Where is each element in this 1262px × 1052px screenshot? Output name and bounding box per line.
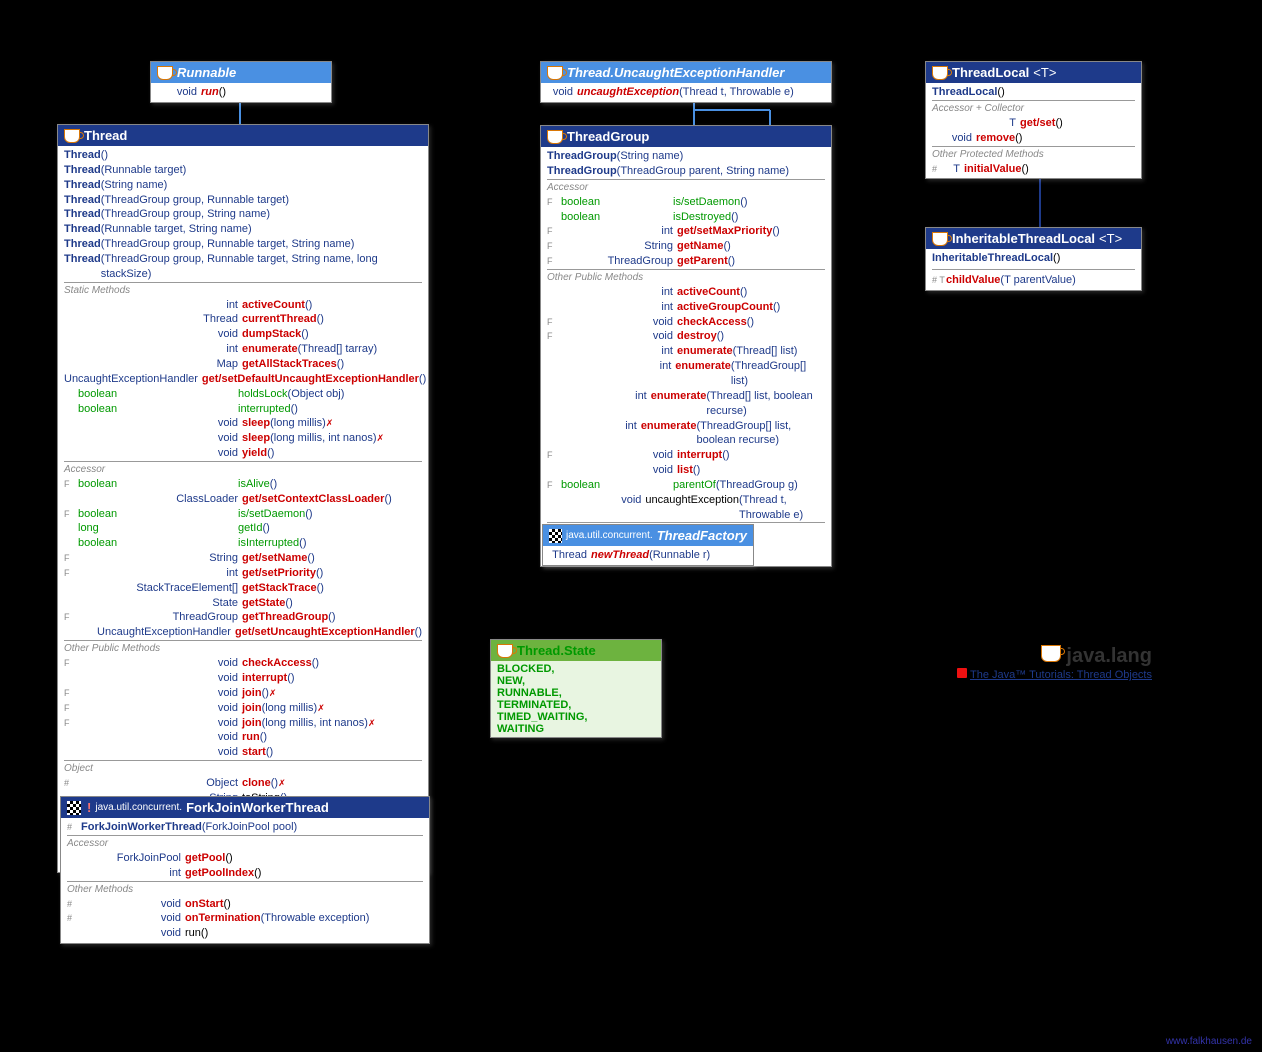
runnable-header: Runnable xyxy=(151,62,331,83)
package-icon xyxy=(1041,645,1061,662)
threadfactory-box: java.util.concurrent.ThreadFactory Threa… xyxy=(542,524,754,566)
tg-title: ThreadGroup xyxy=(567,129,649,144)
tg-header: ThreadGroup xyxy=(541,126,831,147)
fjwt-header: !java.util.concurrent.ForkJoinWorkerThre… xyxy=(61,797,429,818)
tutorial-link[interactable]: The Java™ Tutorials: Thread Objects xyxy=(970,669,1152,681)
thread-header: Thread xyxy=(58,125,428,146)
class-icon xyxy=(932,232,948,246)
state-header: Thread.State xyxy=(491,640,661,661)
fjwt-box: !java.util.concurrent.ForkJoinWorkerThre… xyxy=(60,796,430,944)
bang-icon: ! xyxy=(87,800,91,815)
link-icon xyxy=(957,668,967,678)
tl-header: ThreadLocal<T> xyxy=(926,62,1141,83)
ueh-box: Thread.UncaughtExceptionHandler voidunca… xyxy=(540,61,832,103)
ueh-header: Thread.UncaughtExceptionHandler xyxy=(541,62,831,83)
package-icon xyxy=(549,529,562,543)
thread-title: Thread xyxy=(84,128,127,143)
package-label: java.lang The Java™ Tutorials: Thread Ob… xyxy=(957,645,1152,681)
interface-icon xyxy=(547,66,563,80)
itl-header: InheritableThreadLocal<T> xyxy=(926,228,1141,249)
class-icon xyxy=(64,129,80,143)
itl-box: InheritableThreadLocal<T> InheritableThr… xyxy=(925,227,1142,291)
threadlocal-box: ThreadLocal<T> ThreadLocal() Accessor + … xyxy=(925,61,1142,179)
interface-icon xyxy=(157,66,173,80)
package-icon xyxy=(67,801,81,815)
credit: www.falkhausen.de xyxy=(1166,1036,1252,1047)
state-box: Thread.State BLOCKED,NEW,RUNNABLE,TERMIN… xyxy=(490,639,662,738)
class-icon xyxy=(932,66,948,80)
enum-icon xyxy=(497,644,513,658)
ueh-title: Thread.UncaughtExceptionHandler xyxy=(567,65,784,80)
thread-box: Thread Thread ()Thread (Runnable target)… xyxy=(57,124,429,873)
runnable-box: Runnable voidrun() xyxy=(150,61,332,103)
threadgroup-box: ThreadGroup ThreadGroup (String name)Thr… xyxy=(540,125,832,567)
runnable-title: Runnable xyxy=(177,65,236,80)
class-icon xyxy=(547,130,563,144)
tf-header: java.util.concurrent.ThreadFactory xyxy=(543,525,753,546)
